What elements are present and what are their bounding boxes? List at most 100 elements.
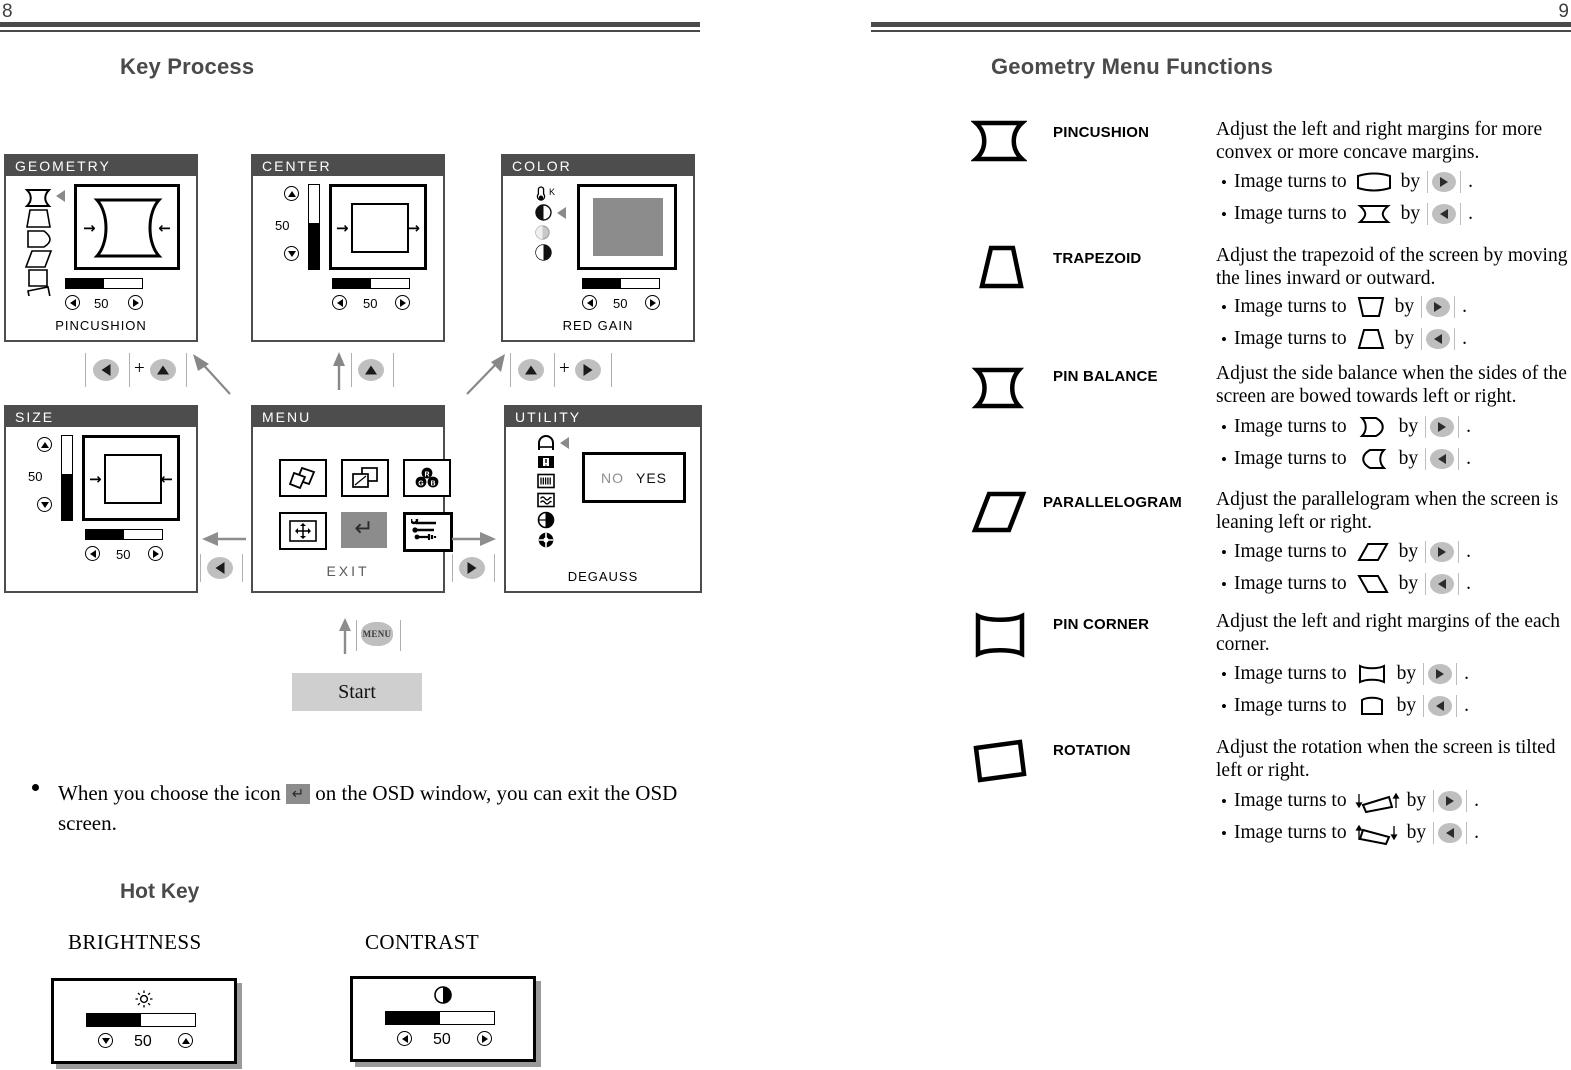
center-decrease-button[interactable] xyxy=(332,295,347,310)
left-arrow-key[interactable] xyxy=(1426,329,1451,349)
entry-bullet-row: • Image turns to by . xyxy=(1221,788,1479,814)
moire-vertical-icon xyxy=(537,492,555,508)
tick-mark xyxy=(393,353,394,387)
page-number-left: 8 xyxy=(2,1,13,22)
bullet-text-after: . xyxy=(1468,171,1473,192)
center-down-button[interactable] xyxy=(284,246,299,261)
right-arrow-key[interactable] xyxy=(575,359,601,381)
brightness-decrease-button[interactable] xyxy=(98,1033,113,1048)
brightness-slider[interactable] xyxy=(86,1013,196,1027)
contrast-increase-button[interactable] xyxy=(477,1031,492,1046)
center-preview-frame: → → xyxy=(329,184,427,270)
geometry-decrease-button[interactable] xyxy=(65,295,80,310)
left-arrow-key[interactable] xyxy=(1428,696,1453,716)
key-wrap xyxy=(1433,822,1467,844)
center-vertical-slider[interactable] xyxy=(308,184,320,270)
corner-in-icon xyxy=(1360,696,1383,715)
right-arrow-key[interactable] xyxy=(1432,172,1457,192)
osd-panel-utility[interactable]: UTILITY NO YES DEGAUSS xyxy=(504,405,702,593)
menu-key-label: MENU xyxy=(362,629,392,639)
geometry-arrow-in-left: → xyxy=(83,219,96,237)
geometry-slider[interactable] xyxy=(65,278,143,289)
size-slider[interactable] xyxy=(85,529,163,540)
left-arrow-key[interactable] xyxy=(93,359,119,381)
color-decrease-button[interactable] xyxy=(582,295,597,310)
hotkey-panel-contrast[interactable]: 50 xyxy=(350,976,536,1062)
left-arrow-key[interactable] xyxy=(207,557,233,579)
right-arrow-key[interactable] xyxy=(459,557,485,579)
utility-choice-yes[interactable]: YES xyxy=(636,470,667,486)
parallelogram-icon xyxy=(971,491,1027,533)
color-slider[interactable] xyxy=(582,278,660,289)
center-preview-inner xyxy=(351,203,409,253)
center-arrow-in-right: → xyxy=(407,219,420,237)
right-arrow-key[interactable] xyxy=(1428,664,1453,684)
left-arrow-key[interactable] xyxy=(1430,574,1455,594)
hotkey-panel-brightness[interactable]: 50 xyxy=(51,978,237,1064)
tick-mark xyxy=(242,554,243,582)
bullet-dot: • xyxy=(1221,449,1227,469)
menu-caption-exit: EXIT xyxy=(326,563,370,579)
size-up-button[interactable] xyxy=(37,437,52,452)
up-arrow-key[interactable] xyxy=(518,359,544,381)
menu-item-size-position[interactable] xyxy=(341,459,389,497)
entry-name: ROTATION xyxy=(1053,742,1131,759)
left-arrow-key[interactable] xyxy=(1430,449,1455,469)
brightness-increase-button[interactable] xyxy=(178,1033,193,1048)
osd-panel-geometry[interactable]: GEOMETRY → ← 50 PINCUSHION xyxy=(4,154,198,342)
entry-bullet-row: • Image turns to by . xyxy=(1221,694,1469,718)
osd-title-utility: UTILITY xyxy=(506,407,700,427)
center-increase-button[interactable] xyxy=(395,295,410,310)
right-arrow-key[interactable] xyxy=(1438,791,1463,811)
right-arrow-key[interactable] xyxy=(1430,417,1455,437)
utility-choice-no[interactable]: NO xyxy=(601,470,624,486)
center-slider[interactable] xyxy=(332,278,410,289)
osd-panel-center[interactable]: CENTER 50 → → 50 xyxy=(251,154,445,342)
contrast-decrease-button[interactable] xyxy=(397,1031,412,1046)
tick-mark xyxy=(200,554,201,582)
size-increase-button[interactable] xyxy=(148,546,163,561)
size-vertical-slider[interactable] xyxy=(61,435,73,521)
osd-panel-color[interactable]: COLOR K 50 RED GAIN xyxy=(501,154,695,342)
right-arrow-key[interactable] xyxy=(1426,297,1451,317)
bullet-text-mid: by xyxy=(1398,573,1419,594)
color-increase-button[interactable] xyxy=(645,295,660,310)
bow-left-icon xyxy=(1361,449,1387,469)
bullet-dot: • xyxy=(1221,417,1227,437)
up-arrow-key[interactable] xyxy=(150,359,176,381)
bullet-text-mid: by xyxy=(1406,822,1427,843)
center-up-button[interactable] xyxy=(284,186,299,201)
trapezoid-up-icon xyxy=(1357,329,1384,349)
menu-item-center[interactable] xyxy=(279,512,327,550)
key-wrap xyxy=(1425,573,1459,595)
up-arrow-key[interactable] xyxy=(358,359,384,381)
utility-selection-caret xyxy=(560,437,569,449)
start-box: Start xyxy=(292,673,422,711)
menu-item-utility[interactable] xyxy=(403,512,453,552)
transition-start-to-menu: MENU xyxy=(335,618,407,654)
geometry-increase-button[interactable] xyxy=(128,295,143,310)
osd-panel-menu[interactable]: MENU R G B ↵ EXIT xyxy=(251,405,453,593)
contrast-slider[interactable] xyxy=(385,1011,495,1025)
bullet-text-after: . xyxy=(1468,203,1473,224)
degauss-magnet-icon xyxy=(538,435,554,450)
right-arrow-key[interactable] xyxy=(1430,542,1455,562)
transition-center xyxy=(325,350,395,392)
left-arrow-key[interactable] xyxy=(1432,204,1457,224)
menu-key[interactable]: MENU xyxy=(361,622,393,646)
size-vertical-value: 50 xyxy=(28,469,43,484)
utility-choice-box[interactable]: NO YES xyxy=(582,452,686,503)
osd-panel-size[interactable]: SIZE 50 → ← 50 xyxy=(4,405,198,593)
entry-name: TRAPEZOID xyxy=(1053,250,1142,267)
bullet-text-after: . xyxy=(1466,541,1471,562)
color-contrast-icon-2 xyxy=(535,225,550,240)
size-down-button[interactable] xyxy=(37,497,52,512)
left-arrow-key[interactable] xyxy=(1438,823,1463,843)
size-decrease-button[interactable] xyxy=(85,546,100,561)
menu-item-exit[interactable]: ↵ xyxy=(341,512,387,548)
menu-item-color[interactable]: R G B xyxy=(403,459,451,497)
menu-item-geometry[interactable] xyxy=(279,459,327,497)
center-value: 50 xyxy=(363,296,378,311)
bullet-text-mid: by xyxy=(1394,296,1415,317)
osd-position-icon xyxy=(538,456,554,468)
